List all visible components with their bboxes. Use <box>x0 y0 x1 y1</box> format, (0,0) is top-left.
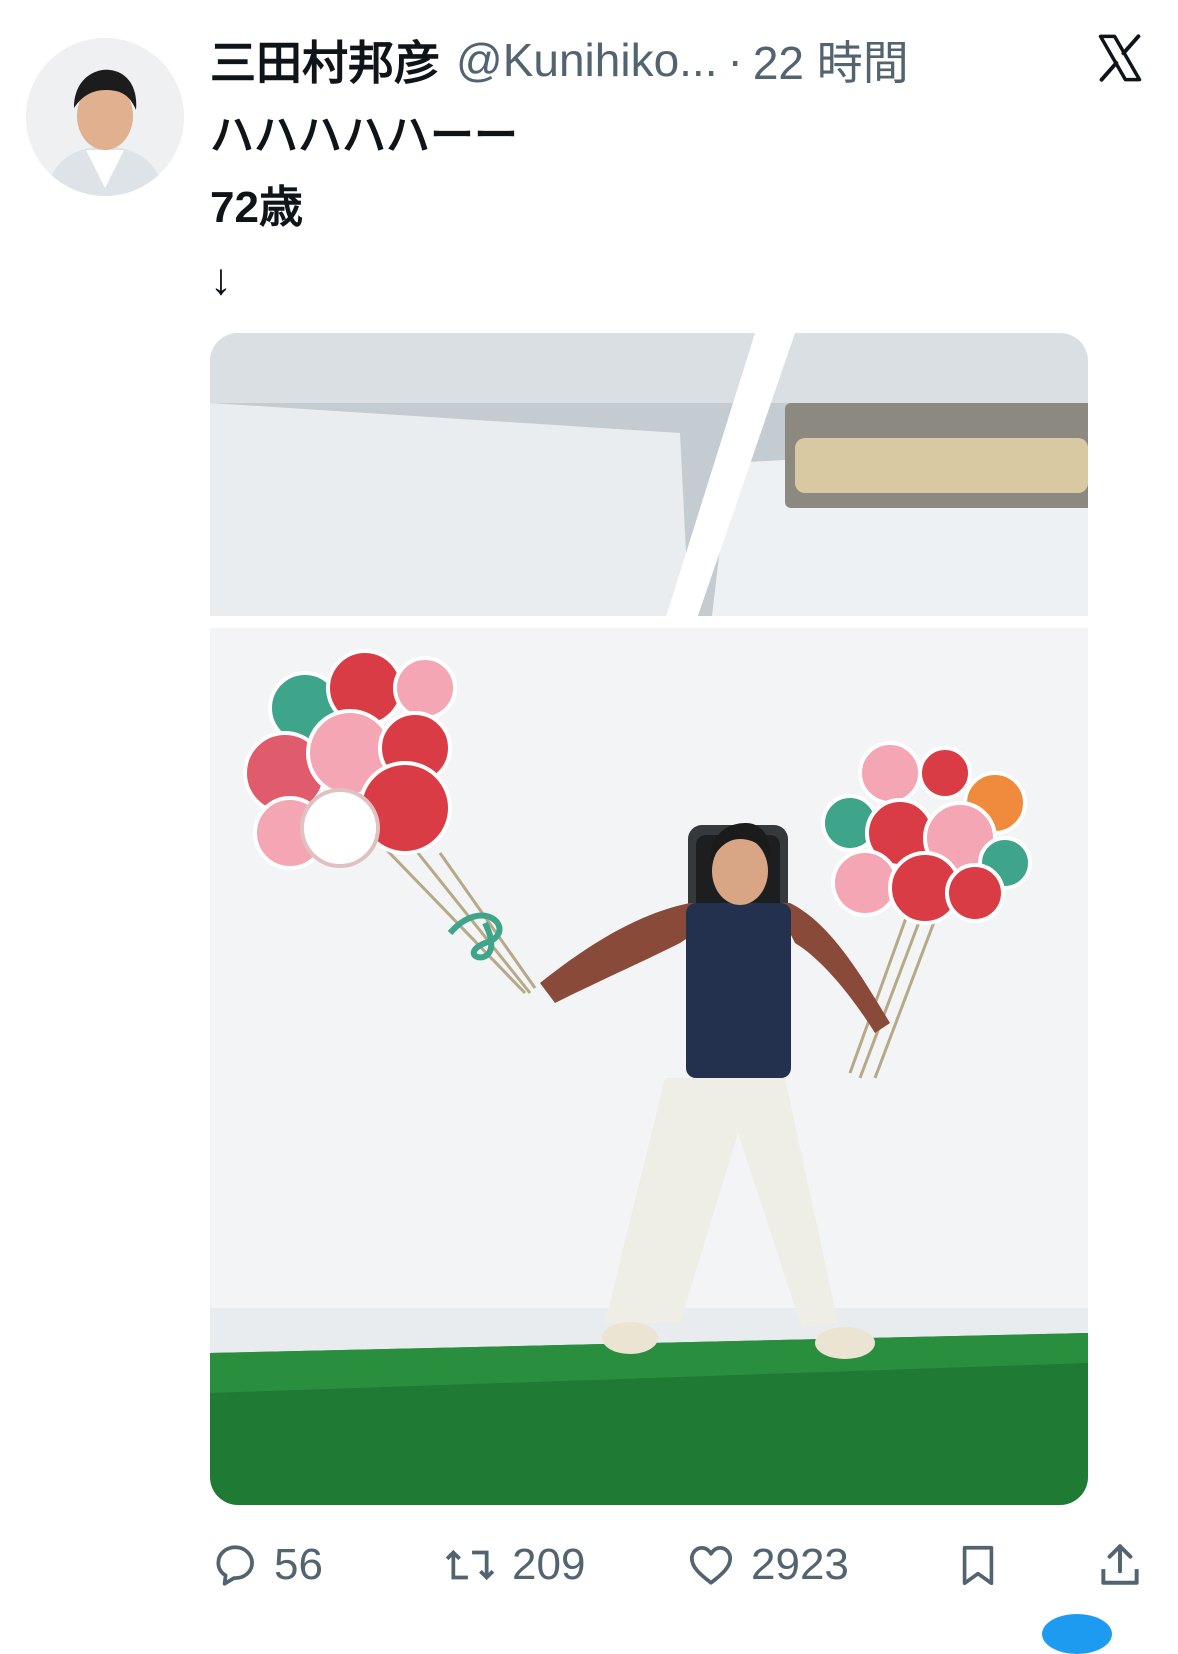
x-logo-icon[interactable] <box>1094 32 1146 84</box>
tweet-line-3: ↓ <box>210 255 232 304</box>
retweet-count: 209 <box>512 1540 586 1589</box>
tweet-line-2: 72歳 <box>210 183 303 232</box>
bookmark-icon <box>962 1545 994 1586</box>
reply-icon <box>216 1545 254 1586</box>
bookmark-button[interactable] <box>955 1530 1001 1600</box>
like-count: 2923 <box>751 1540 849 1589</box>
tweet-line-1: ハハハハハーー <box>210 111 518 160</box>
tweet-header: 三田村邦彦 @Kunihiko... · 22 時間 <box>210 30 909 90</box>
photo-scene <box>210 333 1088 1505</box>
retweet-icon <box>445 1549 495 1581</box>
reply-button[interactable]: 56 <box>210 1530 323 1600</box>
retweet-button[interactable]: 209 <box>442 1530 585 1600</box>
author-avatar[interactable] <box>26 38 184 196</box>
reply-count: 56 <box>274 1540 323 1589</box>
share-button[interactable] <box>1095 1530 1145 1600</box>
tweet-timestamp[interactable]: 22 時間 <box>753 27 909 93</box>
author-handle[interactable]: @Kunihiko... <box>456 33 718 87</box>
action-bar: 56 209 2923 <box>210 1530 1150 1600</box>
like-button[interactable]: 2923 <box>685 1530 849 1600</box>
avatar-image <box>26 38 184 196</box>
header-separator: · <box>727 34 743 86</box>
tweet-text: ハハハハハーー 72歳 ↓ <box>210 100 518 316</box>
share-icon <box>1101 1544 1139 1585</box>
author-name[interactable]: 三田村邦彦 <box>210 27 440 93</box>
heart-icon <box>689 1546 733 1585</box>
tweet-photo[interactable] <box>210 333 1088 1505</box>
floating-action-button-edge[interactable] <box>1042 1614 1112 1654</box>
